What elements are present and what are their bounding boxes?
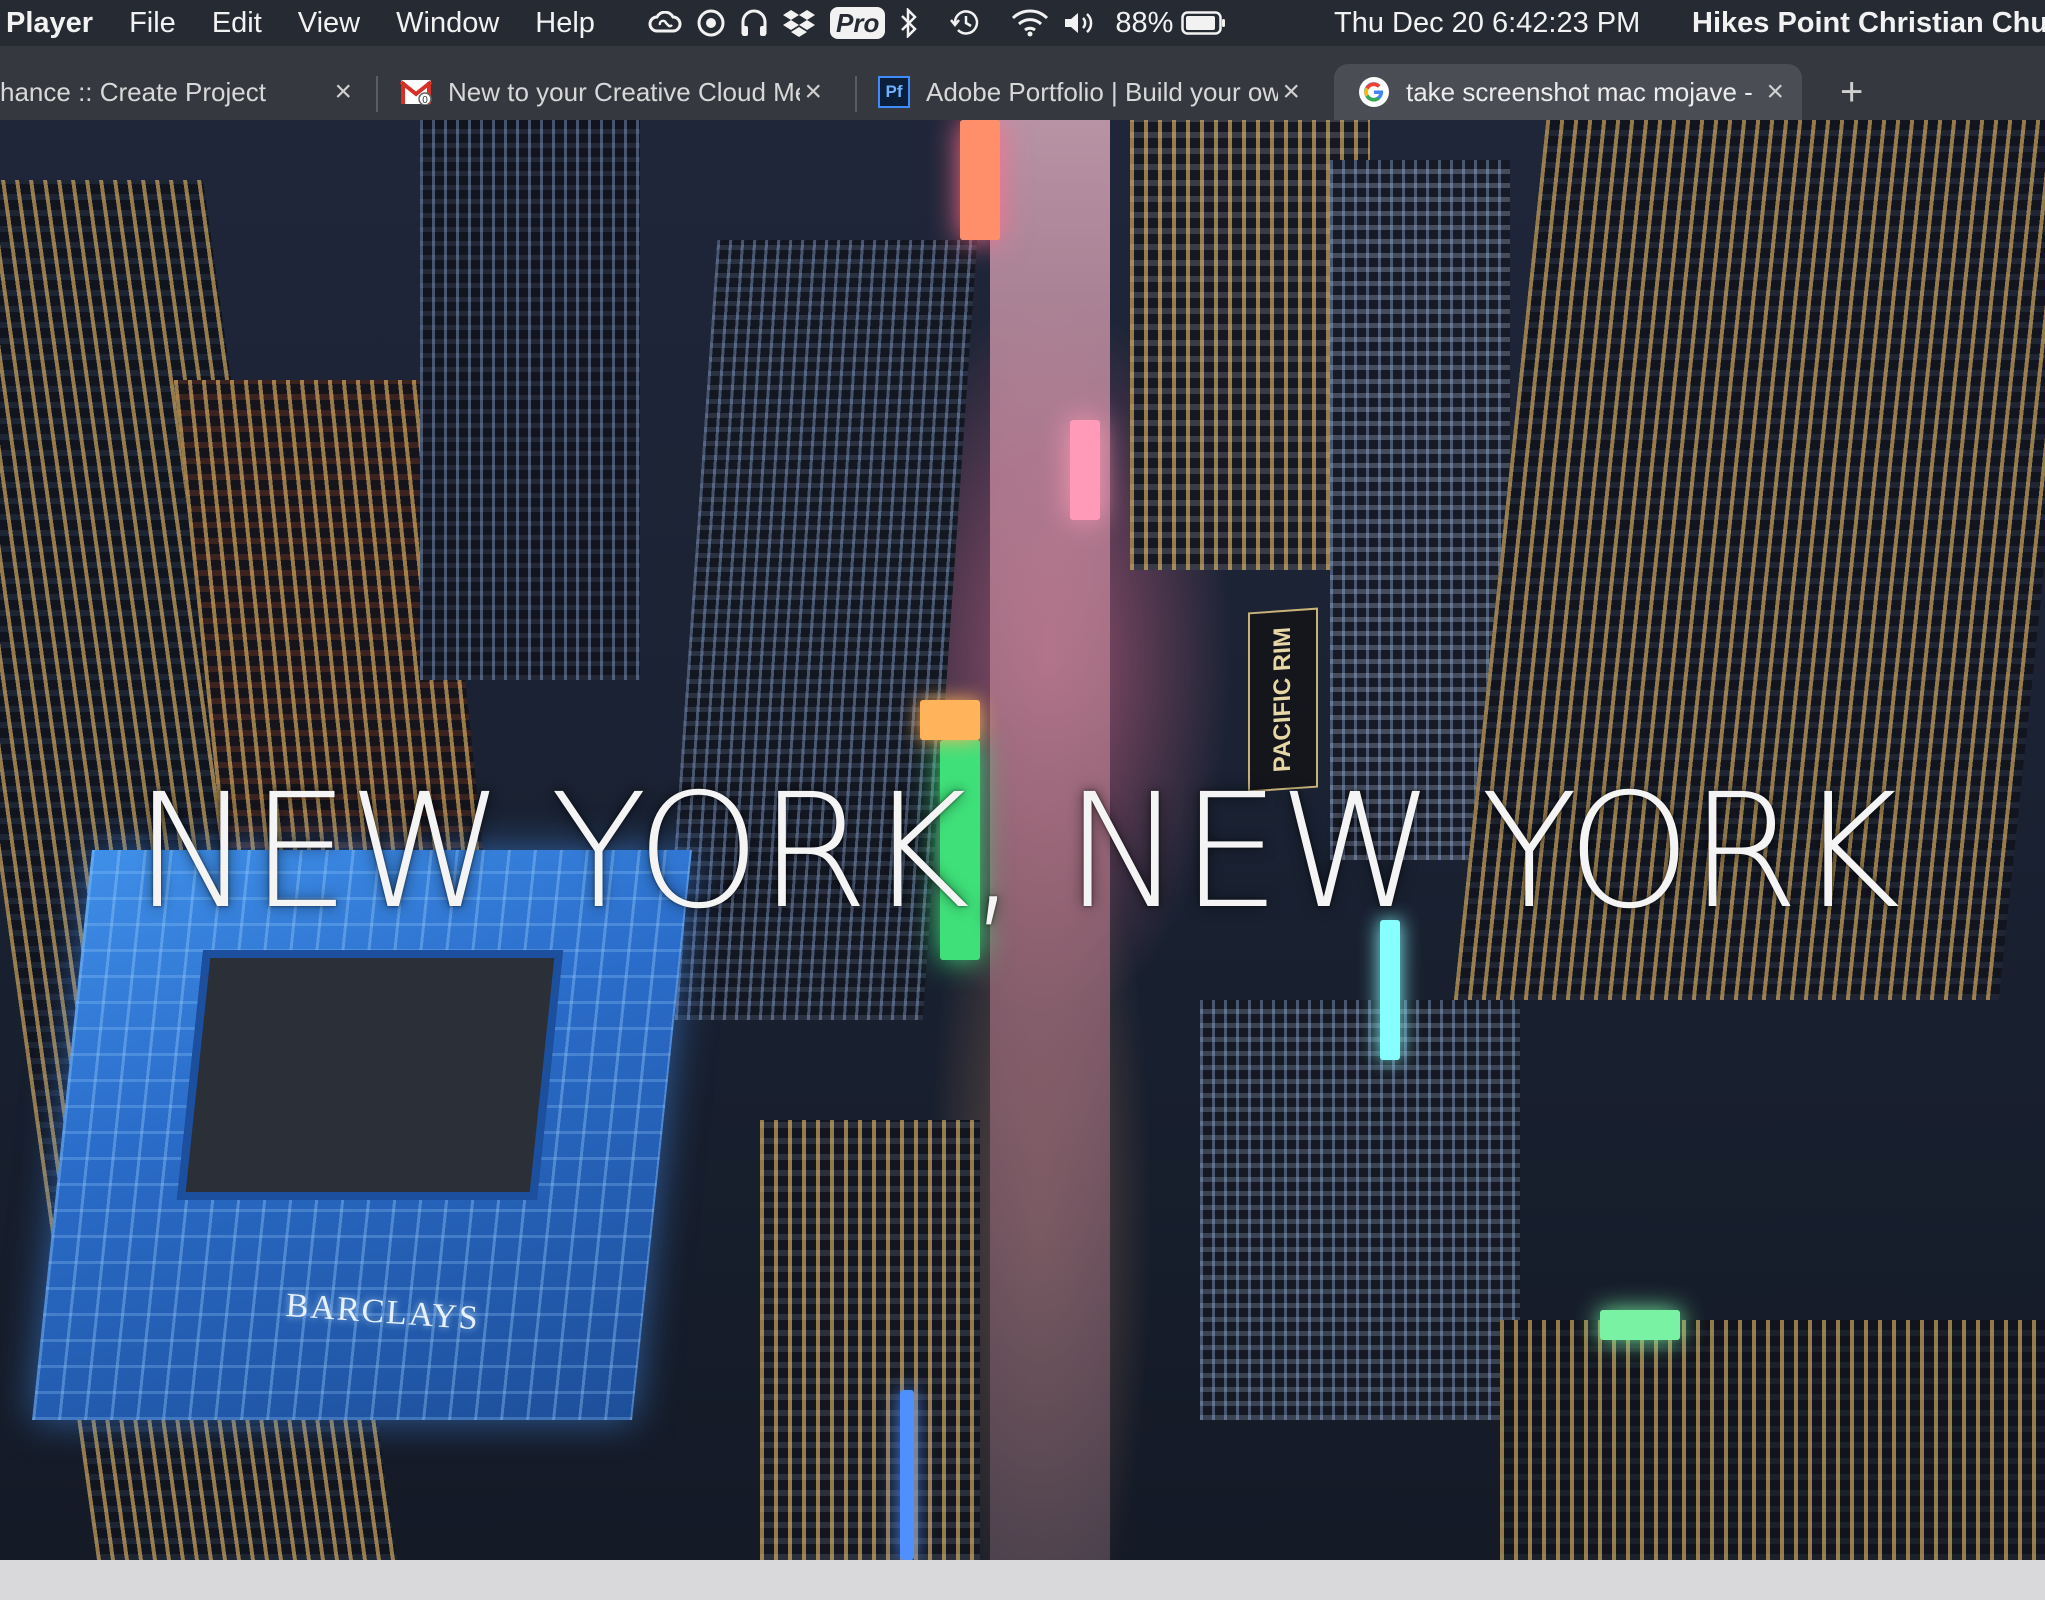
- new-tab-button[interactable]: +: [1840, 64, 1863, 120]
- gmail-icon: 0: [400, 76, 432, 108]
- skyscraper: [1500, 1320, 2045, 1560]
- status-menu-extras: Pro 88%: [648, 0, 1241, 46]
- close-tab-icon[interactable]: ×: [334, 64, 352, 120]
- close-tab-icon[interactable]: ×: [804, 64, 822, 120]
- battery-icon[interactable]: [1181, 10, 1227, 36]
- menubar-clock[interactable]: Thu Dec 20 6:42:23 PM: [1334, 0, 1640, 46]
- tab-behance-create-project[interactable]: hance :: Create Project ×: [0, 64, 370, 120]
- billboard: [900, 1390, 914, 1560]
- close-tab-icon[interactable]: ×: [1766, 64, 1784, 120]
- google-icon: [1358, 76, 1390, 108]
- tab-gmail-creative-cloud[interactable]: 0 New to your Creative Cloud Me ×: [400, 64, 840, 120]
- battery-percentage[interactable]: 88%: [1115, 7, 1173, 40]
- skyscraper: [760, 1120, 980, 1560]
- app-menu-player[interactable]: Player: [0, 7, 93, 40]
- close-tab-icon[interactable]: ×: [1282, 64, 1300, 120]
- video-title-overlay: NEW YORK, NEW YORK: [134, 760, 1901, 944]
- volume-icon[interactable]: [1063, 9, 1095, 37]
- tab-title: take screenshot mac mojave -: [1406, 76, 1753, 107]
- tab-title: hance :: Create Project: [0, 76, 266, 107]
- menu-window[interactable]: Window: [396, 7, 499, 40]
- billboard: [1600, 1310, 1680, 1340]
- fast-user-switch-name[interactable]: Hikes Point Christian Churc: [1692, 0, 2045, 46]
- menu-bar: Player File Edit View Window Help Pro 88…: [0, 0, 2045, 46]
- time-machine-icon[interactable]: [949, 8, 981, 38]
- billboard: [920, 700, 980, 740]
- tab-google-search-active[interactable]: take screenshot mac mojave - ×: [1334, 64, 1802, 120]
- pro-badge[interactable]: Pro: [830, 7, 886, 39]
- window-bottom-edge: [0, 1560, 2045, 1600]
- screen-recorder-icon[interactable]: [696, 8, 726, 38]
- skyscraper: [1200, 1000, 1520, 1420]
- wifi-icon[interactable]: [1011, 9, 1049, 37]
- tab-separator: [855, 76, 857, 112]
- tab-separator: [376, 76, 378, 112]
- creative-cloud-icon[interactable]: [648, 11, 682, 35]
- headphones-icon[interactable]: [740, 8, 768, 38]
- barclays-roof: [176, 950, 564, 1200]
- tab-title: Adobe Portfolio | Build your ow: [926, 76, 1278, 107]
- billboard: [1070, 420, 1100, 520]
- menu-edit[interactable]: Edit: [212, 7, 262, 40]
- browser-tab-strip: hance :: Create Project × 0 New to your …: [0, 46, 2045, 120]
- billboard: [960, 120, 1000, 240]
- adobe-portfolio-icon-label: Pf: [885, 82, 903, 101]
- bluetooth-icon[interactable]: [899, 8, 919, 38]
- menu-view[interactable]: View: [298, 7, 360, 40]
- tab-title: New to your Creative Cloud Me: [448, 76, 800, 107]
- svg-text:0: 0: [422, 95, 428, 105]
- skyscraper: [420, 120, 640, 680]
- menu-help[interactable]: Help: [535, 7, 595, 40]
- tab-adobe-portfolio[interactable]: Pf Adobe Portfolio | Build your ow ×: [878, 64, 1318, 120]
- menu-file[interactable]: File: [129, 7, 176, 40]
- video-player-frame[interactable]: PACIFIC RIM BARCLAYS NEW YORK, NEW YORK: [0, 120, 2045, 1560]
- adobe-portfolio-icon: Pf: [878, 76, 910, 108]
- dropbox-icon[interactable]: [782, 8, 816, 38]
